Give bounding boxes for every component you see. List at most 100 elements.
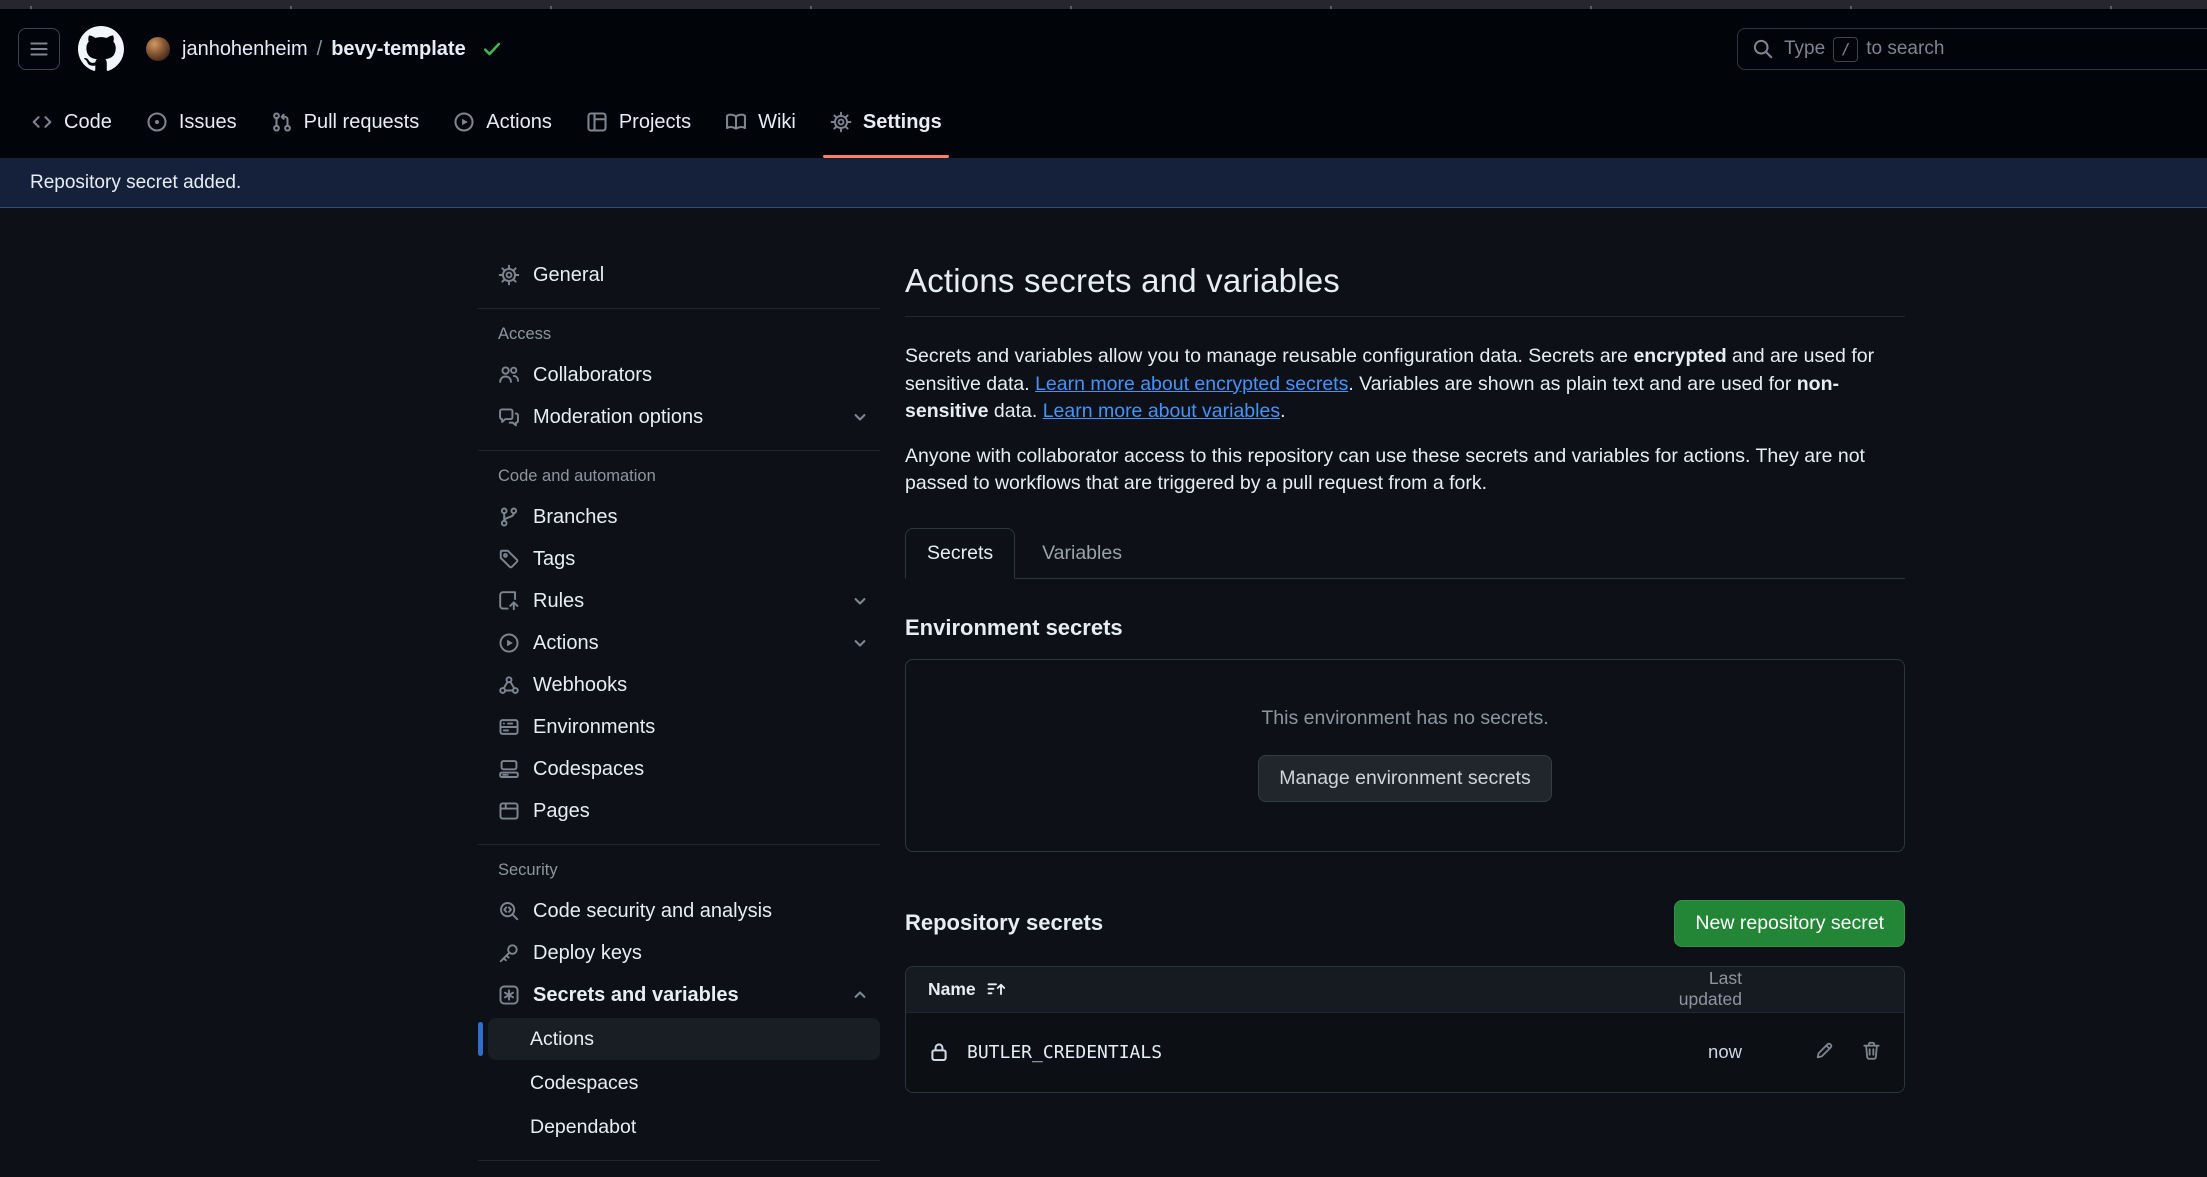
- gear-icon: [830, 111, 852, 133]
- search-placeholder: Type / to search: [1784, 37, 1944, 62]
- tag-icon: [498, 548, 520, 570]
- tab-issues[interactable]: Issues: [129, 86, 254, 158]
- sidebar-item-general[interactable]: General: [478, 254, 880, 296]
- sidebar-item-secrets-variables[interactable]: Secrets and variables: [478, 974, 880, 1016]
- breadcrumb-repo-link[interactable]: bevy-template: [331, 38, 466, 61]
- user-avatar[interactable]: [146, 37, 170, 61]
- flash-banner: Repository secret added.: [0, 158, 2207, 208]
- sidebar-item-webhooks[interactable]: Webhooks: [478, 664, 880, 706]
- title-divider: [905, 316, 1905, 317]
- sort-ascending-icon: [986, 979, 1006, 999]
- sidebar-item-code-security[interactable]: Code security and analysis: [478, 890, 880, 932]
- git-pull-request-icon: [271, 111, 293, 133]
- people-icon: [498, 364, 520, 386]
- code-icon: [31, 111, 53, 133]
- issue-opened-icon: [146, 111, 168, 133]
- repo-tab-nav: Code Issues Pull requests Actions Projec…: [0, 86, 2207, 158]
- table-header-row: Name Last updated: [906, 967, 1904, 1012]
- key-icon: [498, 942, 520, 964]
- gear-icon: [498, 264, 520, 286]
- codescan-icon: [498, 900, 520, 922]
- three-bars-icon: [28, 38, 50, 60]
- flash-message: Repository secret added.: [30, 172, 241, 194]
- sidebar-subitem-dependabot[interactable]: Dependabot: [478, 1106, 880, 1148]
- breadcrumb-owner-link[interactable]: janhohenheim: [182, 38, 308, 61]
- settings-layout: General Access Collaborators Moderation …: [478, 208, 1905, 1173]
- sidebar-item-rules[interactable]: Rules: [478, 580, 880, 622]
- play-icon: [498, 632, 520, 654]
- chevron-up-icon: [850, 985, 870, 1005]
- breadcrumb: janhohenheim / bevy-template: [182, 38, 502, 61]
- secrets-variables-tabnav: Secrets Variables: [905, 528, 1905, 579]
- sidebar-section-access: Access: [498, 325, 880, 344]
- trash-icon: [1861, 1040, 1882, 1061]
- page-title: Actions secrets and variables: [905, 262, 1905, 300]
- tab-secrets[interactable]: Secrets: [905, 528, 1015, 579]
- table-row: BUTLER_CREDENTIALS now: [906, 1012, 1904, 1092]
- hamburger-menu-button[interactable]: [18, 28, 60, 70]
- sidebar-item-actions[interactable]: Actions: [478, 622, 880, 664]
- sidebar-subitem-codespaces[interactable]: Codespaces: [478, 1062, 880, 1104]
- secret-name: BUTLER_CREDENTIALS: [967, 1042, 1162, 1063]
- sidebar-section-code-automation: Code and automation: [498, 467, 880, 486]
- environment-secrets-heading: Environment secrets: [905, 615, 1905, 641]
- new-repository-secret-button[interactable]: New repository secret: [1674, 900, 1905, 947]
- sidebar-item-branches[interactable]: Branches: [478, 496, 880, 538]
- sidebar-item-deploy-keys[interactable]: Deploy keys: [478, 932, 880, 974]
- github-logo-icon[interactable]: [78, 26, 124, 72]
- play-icon: [453, 111, 475, 133]
- sidebar-divider: [478, 450, 880, 451]
- sidebar-item-codespaces[interactable]: Codespaces: [478, 748, 880, 790]
- delete-secret-button[interactable]: [1861, 1040, 1882, 1064]
- tab-variables[interactable]: Variables: [1015, 529, 1149, 578]
- tab-settings[interactable]: Settings: [813, 86, 959, 158]
- link-encrypted-secrets[interactable]: Learn more about encrypted secrets: [1035, 373, 1348, 395]
- comment-discussion-icon: [498, 406, 520, 428]
- git-branch-icon: [498, 506, 520, 528]
- tab-actions[interactable]: Actions: [436, 86, 569, 158]
- sidebar-item-collaborators[interactable]: Collaborators: [478, 354, 880, 396]
- repository-secrets-header-row: Repository secrets New repository secret: [905, 900, 1905, 947]
- sidebar-divider: [478, 308, 880, 309]
- sidebar-item-tags[interactable]: Tags: [478, 538, 880, 580]
- tab-projects[interactable]: Projects: [569, 86, 708, 158]
- sidebar-item-pages[interactable]: Pages: [478, 790, 880, 832]
- book-icon: [725, 111, 747, 133]
- browser-chrome-strip: [0, 0, 2207, 9]
- chevron-down-icon: [850, 407, 870, 427]
- table-icon: [586, 111, 608, 133]
- row-actions: [1742, 1040, 1882, 1064]
- browser-icon: [498, 800, 520, 822]
- sidebar-section-security: Security: [498, 861, 880, 880]
- tab-pull-requests[interactable]: Pull requests: [254, 86, 437, 158]
- server-icon: [498, 716, 520, 738]
- last-updated-column-header: Last updated: [1642, 968, 1742, 1010]
- environment-secrets-box: This environment has no secrets. Manage …: [905, 659, 1905, 852]
- sidebar-subitem-actions[interactable]: Actions: [478, 1018, 880, 1060]
- manage-environment-secrets-button[interactable]: Manage environment secrets: [1258, 755, 1551, 802]
- edit-secret-button[interactable]: [1814, 1040, 1835, 1064]
- environment-empty-text: This environment has no secrets.: [906, 707, 1904, 730]
- slash-keycap: /: [1833, 37, 1858, 62]
- check-icon: [482, 39, 502, 59]
- rules-icon: [498, 590, 520, 612]
- sidebar-item-moderation-options[interactable]: Moderation options: [478, 396, 880, 438]
- name-column-header[interactable]: Name: [928, 979, 1006, 1000]
- breadcrumb-separator: /: [317, 38, 323, 61]
- sidebar-divider: [478, 844, 880, 845]
- search-input[interactable]: Type / to search: [1737, 28, 2207, 70]
- secret-updated: now: [1642, 1041, 1742, 1063]
- tab-wiki[interactable]: Wiki: [708, 86, 813, 158]
- link-about-variables[interactable]: Learn more about variables: [1043, 400, 1280, 422]
- chevron-down-icon: [850, 591, 870, 611]
- site-header: janhohenheim / bevy-template Type / to s…: [0, 9, 2207, 158]
- lock-icon: [928, 1041, 950, 1063]
- intro-paragraph: Secrets and variables allow you to manag…: [905, 343, 1905, 426]
- main-content: Actions secrets and variables Secrets an…: [905, 254, 1905, 1173]
- sidebar-item-environments[interactable]: Environments: [478, 706, 880, 748]
- tab-code[interactable]: Code: [14, 86, 129, 158]
- pencil-icon: [1814, 1040, 1835, 1061]
- header-top-row: janhohenheim / bevy-template Type / to s…: [0, 9, 2207, 86]
- collaborator-paragraph: Anyone with collaborator access to this …: [905, 443, 1905, 498]
- codespaces-icon: [498, 758, 520, 780]
